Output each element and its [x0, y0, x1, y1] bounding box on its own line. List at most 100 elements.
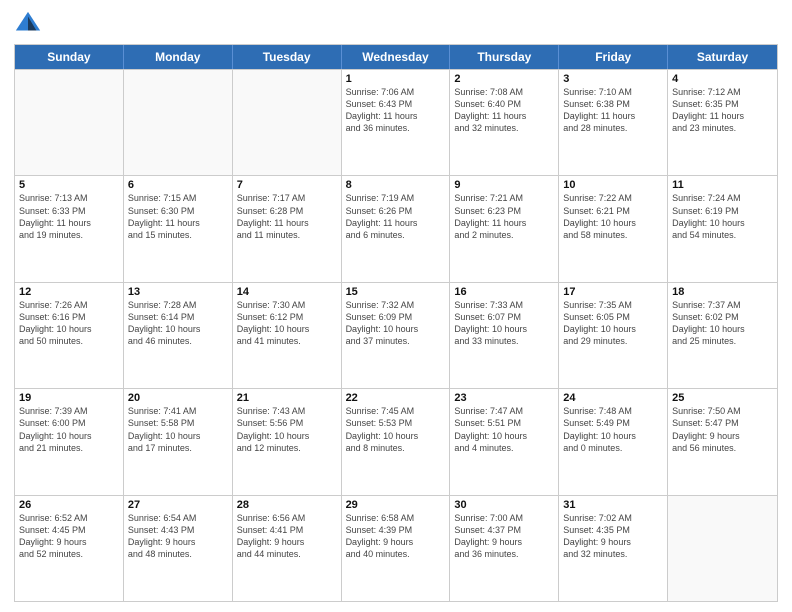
cell-day-number: 27	[128, 499, 228, 511]
cell-day-info: Sunrise: 7:32 AM Sunset: 6:09 PM Dayligh…	[346, 299, 446, 348]
cell-day-number: 30	[454, 499, 554, 511]
cell-day-number: 14	[237, 286, 337, 298]
calendar-cell: 11Sunrise: 7:24 AM Sunset: 6:19 PM Dayli…	[668, 176, 777, 281]
calendar-cell	[124, 70, 233, 175]
calendar-cell: 20Sunrise: 7:41 AM Sunset: 5:58 PM Dayli…	[124, 389, 233, 494]
cell-day-number: 28	[237, 499, 337, 511]
cell-day-number: 5	[19, 179, 119, 191]
cell-day-info: Sunrise: 7:33 AM Sunset: 6:07 PM Dayligh…	[454, 299, 554, 348]
cell-day-info: Sunrise: 6:56 AM Sunset: 4:41 PM Dayligh…	[237, 512, 337, 561]
calendar-cell: 8Sunrise: 7:19 AM Sunset: 6:26 PM Daylig…	[342, 176, 451, 281]
cell-day-info: Sunrise: 7:24 AM Sunset: 6:19 PM Dayligh…	[672, 192, 773, 241]
calendar-cell: 4Sunrise: 7:12 AM Sunset: 6:35 PM Daylig…	[668, 70, 777, 175]
weekday-header: Monday	[124, 45, 233, 69]
cell-day-number: 18	[672, 286, 773, 298]
calendar-cell: 5Sunrise: 7:13 AM Sunset: 6:33 PM Daylig…	[15, 176, 124, 281]
calendar-cell: 6Sunrise: 7:15 AM Sunset: 6:30 PM Daylig…	[124, 176, 233, 281]
calendar-row: 1Sunrise: 7:06 AM Sunset: 6:43 PM Daylig…	[15, 69, 777, 175]
cell-day-number: 6	[128, 179, 228, 191]
calendar-cell: 9Sunrise: 7:21 AM Sunset: 6:23 PM Daylig…	[450, 176, 559, 281]
cell-day-info: Sunrise: 7:37 AM Sunset: 6:02 PM Dayligh…	[672, 299, 773, 348]
cell-day-number: 23	[454, 392, 554, 404]
calendar-cell: 26Sunrise: 6:52 AM Sunset: 4:45 PM Dayli…	[15, 496, 124, 601]
logo	[14, 10, 46, 38]
cell-day-number: 19	[19, 392, 119, 404]
calendar-cell: 29Sunrise: 6:58 AM Sunset: 4:39 PM Dayli…	[342, 496, 451, 601]
cell-day-info: Sunrise: 7:39 AM Sunset: 6:00 PM Dayligh…	[19, 405, 119, 454]
calendar-cell: 3Sunrise: 7:10 AM Sunset: 6:38 PM Daylig…	[559, 70, 668, 175]
cell-day-number: 17	[563, 286, 663, 298]
calendar-cell: 22Sunrise: 7:45 AM Sunset: 5:53 PM Dayli…	[342, 389, 451, 494]
calendar-cell: 7Sunrise: 7:17 AM Sunset: 6:28 PM Daylig…	[233, 176, 342, 281]
cell-day-number: 2	[454, 73, 554, 85]
cell-day-number: 22	[346, 392, 446, 404]
cell-day-info: Sunrise: 7:30 AM Sunset: 6:12 PM Dayligh…	[237, 299, 337, 348]
calendar-cell: 17Sunrise: 7:35 AM Sunset: 6:05 PM Dayli…	[559, 283, 668, 388]
cell-day-info: Sunrise: 7:50 AM Sunset: 5:47 PM Dayligh…	[672, 405, 773, 454]
cell-day-info: Sunrise: 7:06 AM Sunset: 6:43 PM Dayligh…	[346, 86, 446, 135]
cell-day-info: Sunrise: 7:02 AM Sunset: 4:35 PM Dayligh…	[563, 512, 663, 561]
cell-day-info: Sunrise: 7:19 AM Sunset: 6:26 PM Dayligh…	[346, 192, 446, 241]
weekday-header: Saturday	[668, 45, 777, 69]
cell-day-info: Sunrise: 7:41 AM Sunset: 5:58 PM Dayligh…	[128, 405, 228, 454]
calendar-cell: 2Sunrise: 7:08 AM Sunset: 6:40 PM Daylig…	[450, 70, 559, 175]
calendar-cell: 21Sunrise: 7:43 AM Sunset: 5:56 PM Dayli…	[233, 389, 342, 494]
cell-day-number: 16	[454, 286, 554, 298]
calendar-cell: 24Sunrise: 7:48 AM Sunset: 5:49 PM Dayli…	[559, 389, 668, 494]
cell-day-number: 31	[563, 499, 663, 511]
cell-day-number: 11	[672, 179, 773, 191]
cell-day-number: 26	[19, 499, 119, 511]
cell-day-info: Sunrise: 7:00 AM Sunset: 4:37 PM Dayligh…	[454, 512, 554, 561]
calendar-cell: 10Sunrise: 7:22 AM Sunset: 6:21 PM Dayli…	[559, 176, 668, 281]
cell-day-info: Sunrise: 7:26 AM Sunset: 6:16 PM Dayligh…	[19, 299, 119, 348]
cell-day-number: 24	[563, 392, 663, 404]
cell-day-number: 13	[128, 286, 228, 298]
cell-day-info: Sunrise: 6:52 AM Sunset: 4:45 PM Dayligh…	[19, 512, 119, 561]
cell-day-number: 4	[672, 73, 773, 85]
calendar-header: SundayMondayTuesdayWednesdayThursdayFrid…	[15, 45, 777, 69]
weekday-header: Tuesday	[233, 45, 342, 69]
header	[14, 10, 778, 38]
cell-day-info: Sunrise: 7:45 AM Sunset: 5:53 PM Dayligh…	[346, 405, 446, 454]
cell-day-number: 3	[563, 73, 663, 85]
calendar-row: 5Sunrise: 7:13 AM Sunset: 6:33 PM Daylig…	[15, 175, 777, 281]
calendar-body: 1Sunrise: 7:06 AM Sunset: 6:43 PM Daylig…	[15, 69, 777, 601]
weekday-header: Thursday	[450, 45, 559, 69]
calendar-cell: 28Sunrise: 6:56 AM Sunset: 4:41 PM Dayli…	[233, 496, 342, 601]
cell-day-info: Sunrise: 7:48 AM Sunset: 5:49 PM Dayligh…	[563, 405, 663, 454]
cell-day-info: Sunrise: 7:13 AM Sunset: 6:33 PM Dayligh…	[19, 192, 119, 241]
page: SundayMondayTuesdayWednesdayThursdayFrid…	[0, 0, 792, 612]
calendar-cell: 31Sunrise: 7:02 AM Sunset: 4:35 PM Dayli…	[559, 496, 668, 601]
calendar-cell: 1Sunrise: 7:06 AM Sunset: 6:43 PM Daylig…	[342, 70, 451, 175]
cell-day-number: 7	[237, 179, 337, 191]
cell-day-info: Sunrise: 6:54 AM Sunset: 4:43 PM Dayligh…	[128, 512, 228, 561]
weekday-header: Wednesday	[342, 45, 451, 69]
calendar-cell: 12Sunrise: 7:26 AM Sunset: 6:16 PM Dayli…	[15, 283, 124, 388]
weekday-header: Friday	[559, 45, 668, 69]
cell-day-info: Sunrise: 7:47 AM Sunset: 5:51 PM Dayligh…	[454, 405, 554, 454]
cell-day-number: 10	[563, 179, 663, 191]
calendar: SundayMondayTuesdayWednesdayThursdayFrid…	[14, 44, 778, 602]
calendar-cell: 14Sunrise: 7:30 AM Sunset: 6:12 PM Dayli…	[233, 283, 342, 388]
calendar-cell	[668, 496, 777, 601]
cell-day-info: Sunrise: 7:22 AM Sunset: 6:21 PM Dayligh…	[563, 192, 663, 241]
calendar-cell: 27Sunrise: 6:54 AM Sunset: 4:43 PM Dayli…	[124, 496, 233, 601]
cell-day-number: 8	[346, 179, 446, 191]
cell-day-number: 9	[454, 179, 554, 191]
cell-day-info: Sunrise: 7:17 AM Sunset: 6:28 PM Dayligh…	[237, 192, 337, 241]
cell-day-info: Sunrise: 7:21 AM Sunset: 6:23 PM Dayligh…	[454, 192, 554, 241]
cell-day-info: Sunrise: 7:28 AM Sunset: 6:14 PM Dayligh…	[128, 299, 228, 348]
calendar-cell	[233, 70, 342, 175]
weekday-header: Sunday	[15, 45, 124, 69]
cell-day-info: Sunrise: 7:15 AM Sunset: 6:30 PM Dayligh…	[128, 192, 228, 241]
calendar-cell: 15Sunrise: 7:32 AM Sunset: 6:09 PM Dayli…	[342, 283, 451, 388]
cell-day-number: 21	[237, 392, 337, 404]
cell-day-number: 12	[19, 286, 119, 298]
calendar-row: 26Sunrise: 6:52 AM Sunset: 4:45 PM Dayli…	[15, 495, 777, 601]
cell-day-info: Sunrise: 7:10 AM Sunset: 6:38 PM Dayligh…	[563, 86, 663, 135]
calendar-row: 12Sunrise: 7:26 AM Sunset: 6:16 PM Dayli…	[15, 282, 777, 388]
calendar-cell: 30Sunrise: 7:00 AM Sunset: 4:37 PM Dayli…	[450, 496, 559, 601]
calendar-cell: 23Sunrise: 7:47 AM Sunset: 5:51 PM Dayli…	[450, 389, 559, 494]
calendar-cell: 18Sunrise: 7:37 AM Sunset: 6:02 PM Dayli…	[668, 283, 777, 388]
calendar-cell: 13Sunrise: 7:28 AM Sunset: 6:14 PM Dayli…	[124, 283, 233, 388]
